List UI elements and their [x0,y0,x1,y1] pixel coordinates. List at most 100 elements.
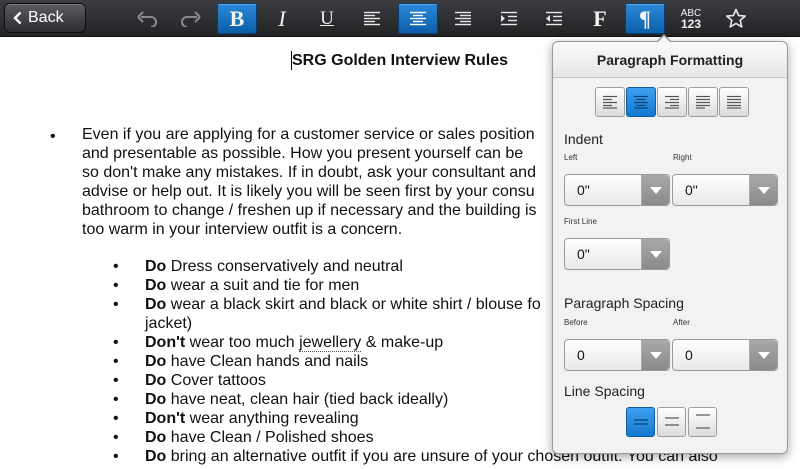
spelling-flagged-word[interactable]: jewellery [299,334,362,352]
indent-section-label: Indent [564,131,603,147]
bullet-marker: • [113,391,119,408]
after-label: After [673,318,690,327]
popover-align-left-button[interactable] [595,87,625,117]
bullet-marker: • [50,128,56,145]
font-button[interactable]: F [580,3,620,34]
outdent-icon [546,11,562,25]
indent-left-value: 0" [577,182,590,198]
first-line-label: First Line [564,217,597,226]
spacing-after-dropdown[interactable]: 0 [672,339,778,371]
line-spacing-one-half-icon [664,417,679,426]
italic-icon: I [278,5,286,31]
line-spacing-label: Line Spacing [564,383,645,399]
popover-justify-all-button[interactable] [719,87,749,117]
first-line-value: 0" [577,246,590,262]
bold-button[interactable]: B [217,3,257,34]
redo-button[interactable] [170,3,210,34]
bold-icon: B [229,5,245,31]
paragraph-line: advise or help out. It is likely you wil… [82,183,535,200]
abc-123-icon: ABC 123 [680,7,702,31]
bullet-marker: • [113,448,119,465]
back-button-label: Back [28,9,64,26]
indent-right-label: Right [673,153,692,162]
list-item: Do wear a black skirt and black or white… [145,296,541,313]
chevron-down-icon [641,340,669,370]
indent-left-dropdown[interactable]: 0" [564,174,670,206]
spacing-before-value: 0 [577,347,585,363]
indent-right-dropdown[interactable]: 0" [672,174,778,206]
align-left-icon [603,95,617,109]
italic-button[interactable]: I [262,3,302,34]
indent-icon [501,11,517,25]
redo-icon [181,10,201,27]
bullet-marker: • [113,410,119,427]
paragraph-line: Even if you are applying for a customer … [82,126,535,143]
chevron-down-icon [749,175,777,205]
chevron-down-icon [641,239,669,269]
align-center-button[interactable] [398,3,438,34]
chevron-down-icon [749,340,777,370]
before-label: Before [564,318,588,327]
popover-align-center-button[interactable] [626,87,656,117]
list-item: Do Cover tattoos [145,372,266,389]
list-item: Do wear a suit and tie for men [145,277,360,294]
popover-arrow-inner [657,36,671,43]
undo-button[interactable] [128,3,168,34]
underline-icon: U [320,7,334,29]
line-spacing-double-icon [695,414,710,429]
list-item: Do have neat, clean hair (tied back idea… [145,391,449,408]
line-spacing-double-button[interactable] [688,407,717,437]
paragraph-line: bathroom to change / freshen up if neces… [82,202,537,219]
list-item: Do have Clean hands and nails [145,353,369,370]
underline-button[interactable]: U [307,3,347,34]
indent-left-label: Left [564,153,578,162]
bookmark-button[interactable] [716,3,756,34]
justify-icon [696,95,710,109]
list-item: Do Dress conservatively and neutral [145,258,403,275]
line-spacing-single-icon [633,419,648,425]
list-item-continuation: jacket) [145,315,193,332]
first-line-dropdown[interactable]: 0" [564,238,670,270]
chevron-left-icon [13,11,22,25]
star-icon [726,8,746,28]
toolbar: Back B I U F ¶ ABC 123 [0,0,800,37]
popover-title: Paragraph Formatting [553,42,787,78]
font-icon: F [593,5,607,31]
paragraph-icon: ¶ [639,5,651,31]
align-left-icon [364,11,380,26]
back-button[interactable]: Back [4,3,86,33]
list-item: Do have Clean / Polished shoes [145,429,374,446]
undo-icon [137,10,157,27]
indent-right-value: 0" [685,182,698,198]
indent-button[interactable] [489,3,529,34]
paragraph-spacing-label: Paragraph Spacing [564,295,684,311]
align-right-icon [665,95,679,109]
bullet-marker: • [113,258,119,275]
list-item: Don't wear too much jewellery & make-up [145,334,444,352]
align-right-icon [455,11,471,26]
paragraph-line: so don't make any mistakes. If in doubt,… [82,164,536,181]
align-center-icon [634,95,648,109]
bullet-marker: • [113,353,119,370]
popover-justify-button[interactable] [688,87,718,117]
align-left-button[interactable] [352,3,392,34]
list-item: Don't wear anything revealing [145,410,359,427]
bullet-marker: • [113,372,119,389]
justify-all-icon [727,95,741,109]
align-center-icon [410,11,426,26]
paragraph-line: and presentable as possible. How you pre… [82,145,524,162]
spacing-before-dropdown[interactable]: 0 [564,339,670,371]
align-right-button[interactable] [443,3,483,34]
bullet-marker: • [113,334,119,351]
chevron-down-icon [641,175,669,205]
document-title: SRG Golden Interview Rules [292,52,509,69]
spacing-after-value: 0 [685,347,693,363]
bullet-marker: • [113,429,119,446]
paragraph-button[interactable]: ¶ [625,3,665,34]
paragraph-line: too warm in your interview outfit is a c… [82,221,403,238]
line-spacing-single-button[interactable] [626,407,655,437]
spell-check-button[interactable]: ABC 123 [671,3,711,34]
line-spacing-one-half-button[interactable] [657,407,686,437]
outdent-button[interactable] [534,3,574,34]
popover-align-right-button[interactable] [657,87,687,117]
